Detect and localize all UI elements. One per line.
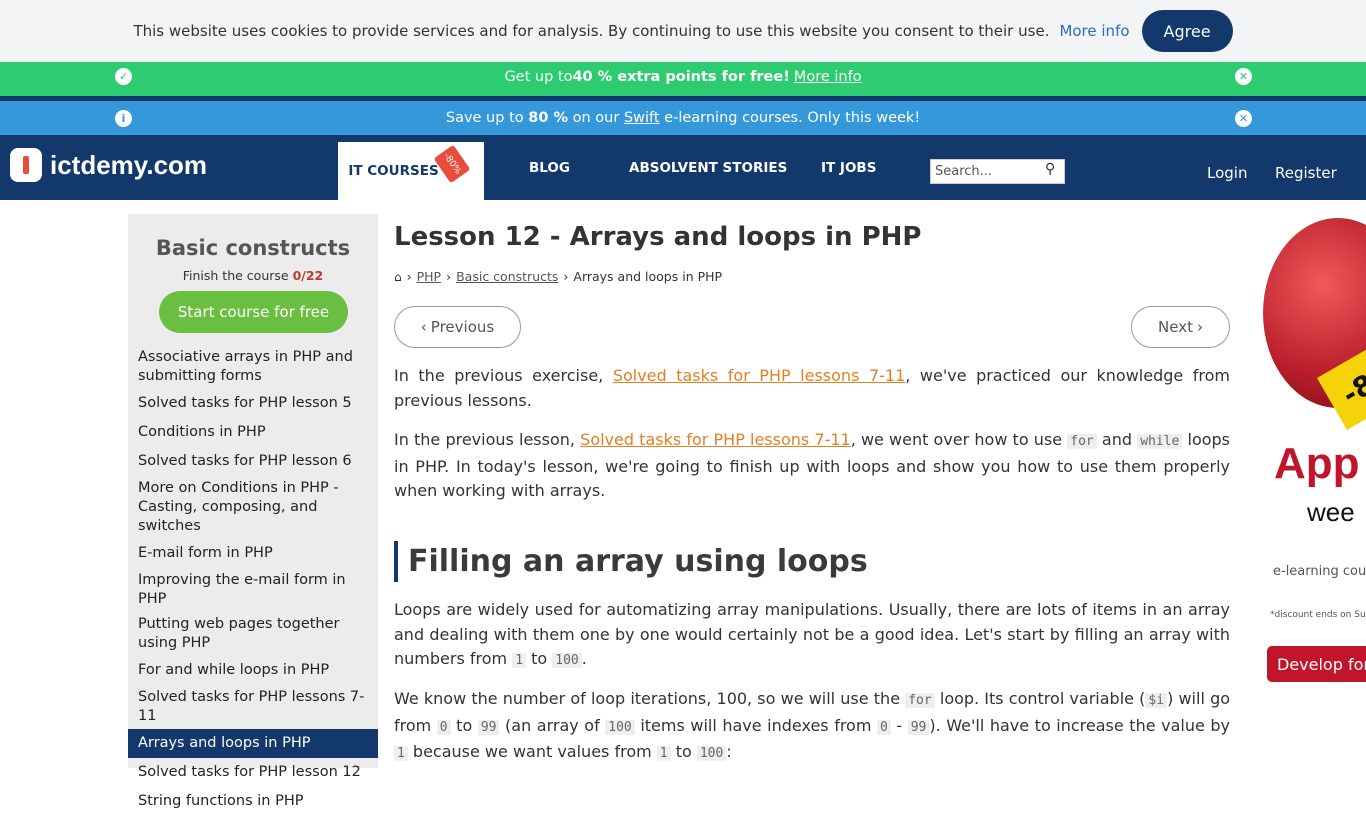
chevron-right-icon: › (1196, 318, 1203, 336)
promo-points-bold: 40 % extra points for free! (572, 68, 790, 85)
check-icon: ✓ (115, 68, 132, 85)
paragraph-loops: Loops are widely used for automatizing a… (394, 600, 1230, 668)
lesson-list: Associative arrays in PHP and submitting… (128, 345, 378, 816)
cookie-text: This website uses cookies to provide ser… (133, 22, 1050, 40)
ad-discount-note: *discount ends on Sund (1270, 610, 1366, 620)
breadcrumb: ⌂ › PHP › Basic constructs › Arrays and … (394, 269, 722, 284)
lesson-item[interactable]: Solved tasks for PHP lesson 5 (128, 389, 378, 418)
paragraph-previous-lesson: In the previous lesson, Solved tasks for… (394, 430, 1231, 500)
lesson-item[interactable]: Solved tasks for PHP lesson 6 (128, 447, 378, 476)
breadcrumb-current: Arrays and loops in PHP (573, 269, 723, 284)
logo-dot: .com (146, 149, 208, 180)
page-title: Lesson 12 - Arrays and loops in PHP (394, 222, 922, 252)
previous-label: Previous (430, 318, 495, 336)
cookie-agree-button[interactable]: Agree (1141, 10, 1233, 52)
next-label: Next (1158, 318, 1193, 336)
solved-tasks-link[interactable]: Solved tasks for PHP lessons 7-11 (580, 430, 851, 449)
solved-tasks-link[interactable]: Solved tasks for PHP lessons 7-11 (613, 366, 905, 385)
promo-swift-mid: on our (568, 110, 624, 126)
promo-swift-post: e-learning courses. Only this week! (659, 110, 921, 126)
apple-ad-banner[interactable]: -8 App wee e-learning cour *discount end… (1258, 214, 1366, 768)
sidebar-title: Basic constructs (155, 236, 351, 260)
breadcrumb-php[interactable]: PHP (417, 269, 441, 284)
chevron-right-icon: › (563, 269, 569, 284)
ad-headline: App (1274, 439, 1360, 488)
breadcrumb-basic-constructs[interactable]: Basic constructs (456, 269, 558, 284)
ad-elearning-text: e-learning cour (1273, 564, 1366, 579)
sidebar-progress: Finish the course 0/22 (182, 268, 324, 283)
lesson-item[interactable]: E-mail form in PHP (128, 539, 378, 568)
promo-points-text: Get up to (504, 68, 573, 85)
lesson-item[interactable]: Associative arrays in PHP and submitting… (128, 345, 378, 389)
ad-develop-button[interactable]: Develop for (1267, 646, 1366, 682)
section-heading: Filling an array using loops (394, 541, 868, 582)
lesson-item[interactable]: Putting web pages together using PHP (128, 612, 378, 656)
lesson-item[interactable]: String functions in PHP (128, 787, 378, 816)
progress-count: 0/22 (292, 268, 324, 283)
lesson-item[interactable]: More on Conditions in PHP - Casting, com… (128, 476, 378, 539)
lesson-item[interactable]: Solved tasks for PHP lessons 7-11 (128, 685, 378, 729)
cookie-banner: This website uses cookies to provide ser… (0, 0, 1366, 62)
chevron-right-icon: › (446, 269, 452, 284)
paragraph-iterations: We know the number of loop iterations, 1… (394, 689, 1231, 761)
cookie-more-info-link[interactable]: More info (1059, 22, 1129, 40)
nav-it-jobs[interactable]: IT JOBS (821, 135, 876, 200)
search-icon[interactable]: ⚲ (1045, 161, 1055, 177)
close-icon[interactable]: ✕ (1235, 109, 1252, 127)
promo-swift-link[interactable]: Swift (624, 110, 660, 126)
site-logo[interactable]: ictdemy.com (10, 148, 207, 182)
course-sidebar: Basic constructs Finish the course 0/22 … (128, 214, 378, 809)
promo-bar-swift: i Save up to 80 % on our Swift e-learnin… (0, 101, 1366, 135)
home-icon[interactable]: ⌂ (394, 270, 402, 284)
login-link[interactable]: Login (1207, 135, 1247, 210)
logo-tie-icon (10, 148, 42, 182)
next-button[interactable]: Next › (1131, 306, 1230, 348)
promo-swift-pre: Save up to (445, 110, 529, 126)
lesson-item-current[interactable]: Arrays and loops in PHP (128, 729, 378, 758)
chevron-right-icon: › (406, 269, 412, 284)
close-icon[interactable]: ✕ (1235, 68, 1252, 85)
lesson-item[interactable]: Conditions in PHP (128, 418, 378, 447)
nav-blog[interactable]: BLOG (529, 135, 570, 200)
paragraph-intro: In the previous exercise, Solved tasks f… (394, 366, 1231, 410)
info-icon: i (115, 109, 132, 127)
chevron-left-icon: ‹ (420, 318, 427, 336)
lesson-item[interactable]: Solved tasks for PHP lesson 12 (128, 758, 378, 787)
start-course-button[interactable]: Start course for free (159, 291, 348, 333)
lesson-item[interactable]: For and while loops in PHP (128, 656, 378, 685)
previous-button[interactable]: ‹ Previous (394, 306, 521, 348)
register-link[interactable]: Register (1275, 135, 1337, 210)
logo-text: ictdemy (50, 149, 147, 180)
nav-absolvent-stories[interactable]: ABSOLVENT STORIES (629, 135, 787, 200)
ad-subheadline: wee (1307, 497, 1355, 527)
promo-bar-points: ✓ Get up to 40 % extra points for free! … (0, 62, 1366, 101)
promo-swift-bold: 80 % (528, 110, 568, 126)
main-navbar: ictdemy.com IT COURSES BLOG ABSOLVENT ST… (0, 135, 1366, 200)
promo-points-more-link[interactable]: More info (794, 69, 862, 85)
lesson-item[interactable]: Improving the e-mail form in PHP (128, 568, 378, 612)
